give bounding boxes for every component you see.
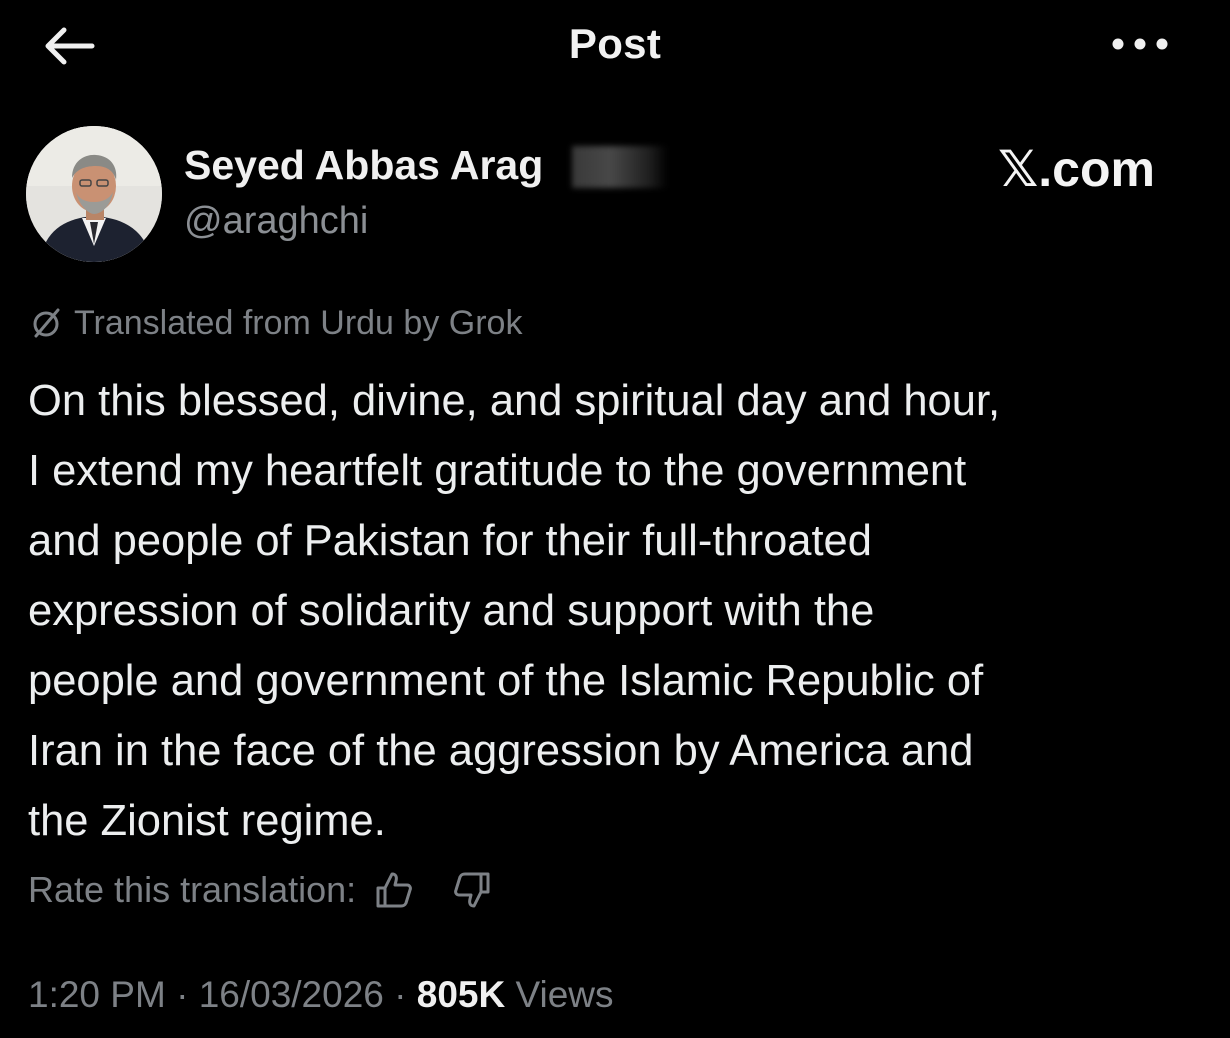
author-name[interactable]: Seyed Abbas Arag [184,142,543,189]
post-date: 16/03/2026 [198,974,384,1015]
post-text-line: people and government of the Islamic Rep… [28,657,984,705]
post-text-line: expression of solidarity and support wit… [28,587,875,635]
page-title: Post [568,20,662,67]
more-options-button[interactable] [1100,22,1180,66]
post-time: 1:20 PM [28,974,166,1015]
redaction-blur [572,146,668,188]
views-label: Views [515,974,614,1015]
post-text-line: and people of Pakistan for their full-th… [28,517,872,565]
thumbs-down-button[interactable] [448,866,496,914]
thumbs-up-button[interactable] [370,866,418,914]
post-meta: 1:20 PM · 16/03/2026 · 805K Views [28,974,614,1016]
views-count[interactable]: 805K [417,974,505,1015]
meta-separator: · [394,974,407,1015]
author-handle[interactable]: @araghchi [184,200,368,243]
post-text-line: the Zionist regime. [28,797,386,845]
rate-translation: Rate this translation: [28,866,496,914]
top-bar: Post [0,0,1230,92]
avatar-photo [26,126,162,262]
translation-notice: Translated from Urdu by Grok [28,304,522,343]
more-horizontal-icon [1112,38,1168,50]
thumbs-down-icon [454,872,490,908]
post-text-line: On this blessed, divine, and spiritual d… [28,377,1001,425]
rate-translation-label: Rate this translation: [28,869,357,910]
post-text-line: Iran in the face of the aggression by Am… [28,727,974,775]
translate-slash-icon [28,306,64,342]
post-text-line: I extend my heartfelt gratitude to the g… [28,447,967,495]
translation-notice-text: Translated from Urdu by Grok [74,304,523,342]
x-com-watermark: 𝕏.com [998,141,1155,197]
author-avatar[interactable] [26,126,162,262]
thumbs-up-icon [376,872,413,908]
post-text: On this blessed, divine, and spiritual d… [28,366,1208,856]
meta-separator: · [176,974,189,1015]
